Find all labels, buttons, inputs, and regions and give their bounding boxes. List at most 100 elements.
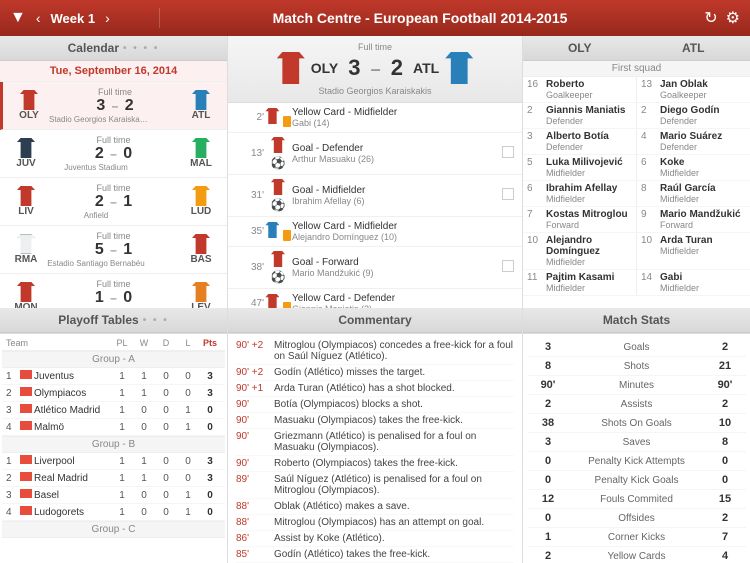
pr-rank: 1 [6, 456, 20, 467]
next-week-button[interactable]: › [101, 8, 114, 28]
commentary-header: Commentary [228, 308, 522, 333]
squad-name: Pajtim Kasami [546, 272, 632, 283]
squad-row: 3 Alberto Botía Defender 4 Mario Suárez … [523, 129, 750, 155]
squad-pos: Midfielder [546, 168, 632, 178]
event-description: Goal - Midfielder Ibrahim Afellay (6) [292, 185, 500, 206]
stats-away-val: 15 [710, 493, 740, 505]
squad-num: 5 [527, 157, 543, 168]
stats-home-val: 8 [533, 360, 563, 372]
squad-name: Gabi [660, 272, 746, 283]
filter-icon[interactable]: ▼ [10, 9, 26, 27]
away-team-col: MAL [181, 138, 221, 169]
pr-d: 0 [155, 388, 177, 399]
stats-label: Assists [563, 399, 710, 410]
squad-num: 2 [527, 105, 543, 116]
squad-away-player: 10 Arda Turan Midfielder [637, 233, 750, 269]
squad-num: 16 [527, 79, 543, 90]
squad-pos: Midfielder [660, 246, 746, 256]
pr-rank: 2 [6, 388, 20, 399]
pr-d: 0 [155, 507, 177, 518]
ph-team: Team [6, 338, 111, 348]
squad-num: 6 [527, 183, 543, 194]
commentary-minute: 90' [236, 431, 268, 453]
commentary-label: Commentary [338, 313, 411, 327]
pr-rank: 3 [6, 405, 20, 416]
squad-name: Jan Oblak [660, 79, 746, 90]
commentary-row: 90' Roberto (Olympiacos) takes the free-… [236, 456, 514, 472]
event-description: Yellow Card - Midfielder Gabi (14) [292, 107, 500, 128]
commentary-minute: 90' [236, 399, 268, 410]
stats-label: Minutes [563, 380, 710, 391]
group-label: Group - A [2, 351, 225, 368]
pr-w: 1 [133, 388, 155, 399]
commentary-minute: 90' +2 [236, 340, 268, 362]
squad-num: 4 [641, 131, 657, 142]
playoff-header: Playoff Tables • • • [0, 308, 227, 333]
squad-info: Pajtim Kasami Midfielder [546, 272, 632, 293]
pr-name: Basel [34, 490, 111, 501]
pr-name: Atlético Madrid [34, 405, 111, 416]
event-checkbox[interactable] [500, 188, 516, 203]
match-row[interactable]: MON Full time 1 – 0 Stade Louis II LEV [0, 274, 227, 308]
away-team-col: LEV [181, 282, 221, 308]
card-icon [283, 116, 291, 127]
squad-name: Giannis Maniatis [546, 105, 632, 116]
squad-num: 14 [641, 272, 657, 283]
commentary-minute: 90' +2 [236, 367, 268, 378]
match-row[interactable]: OLY Full time 3 – 2 Stadio Georgios Kara… [0, 82, 227, 130]
event-subtitle: Arthur Masuaku (26) [292, 154, 500, 164]
squad-away-player: 14 Gabi Midfielder [637, 270, 750, 295]
playoff-row: 1 Liverpool 1 1 0 0 3 [2, 453, 225, 470]
pr-pts: 3 [199, 371, 221, 382]
header-actions: ↻ ⚙ [680, 8, 750, 28]
home-team-col: JUV [6, 138, 46, 169]
event-icon: ⚽ [264, 179, 292, 212]
squad-label: First squad [523, 61, 750, 77]
stats-home-val: 38 [533, 417, 563, 429]
squad-name: Kostas Mitroglou [546, 209, 632, 220]
squad-name: Koke [660, 157, 746, 168]
event-checkbox[interactable] [500, 260, 516, 275]
playoff-row: 2 Real Madrid 1 1 0 0 3 [2, 470, 225, 487]
squad-num: 2 [641, 105, 657, 116]
match-venue-label: Stadio Georgios Karaiskakis [49, 115, 149, 124]
squad-info: Koke Midfielder [660, 157, 746, 178]
match-row[interactable]: RMA Full time 5 – 1 Estadio Santiago Ber… [0, 226, 227, 274]
commentary-row: 88' Oblak (Atlético) makes a save. [236, 499, 514, 515]
pr-name: Juventus [34, 371, 111, 382]
match-away-abbr: ATL [413, 60, 439, 76]
pr-pl: 1 [111, 473, 133, 484]
ph-pts: Pts [199, 338, 221, 348]
pr-w: 0 [133, 507, 155, 518]
match-info: Full time 5 – 1 Estadio Santiago Bernabé… [46, 231, 181, 268]
jersey-icon [265, 222, 279, 238]
commentary-row: 90' +1 Arda Turan (Atlético) has a shot … [236, 381, 514, 397]
match-row[interactable]: JUV Full time 2 – 0 Juventus Stadium MAL [0, 130, 227, 178]
commentary-text: Mitroglou (Olympiacos) has an attempt on… [274, 517, 514, 528]
refresh-icon[interactable]: ↻ [704, 8, 717, 28]
pr-name: Real Madrid [34, 473, 111, 484]
pr-pl: 1 [111, 422, 133, 433]
match-fulltime-label: Full time [46, 183, 181, 193]
commentary-text: Masuaku (Olympiacos) takes the free-kick… [274, 415, 514, 426]
commentary-minute: 85' [236, 549, 268, 560]
prev-week-button[interactable]: ‹ [32, 8, 45, 28]
pr-d: 0 [155, 473, 177, 484]
stats-row: 2 Yellow Cards 4 [527, 547, 746, 563]
pr-flag [20, 370, 34, 382]
squad-num: 6 [641, 157, 657, 168]
pr-pts: 3 [199, 473, 221, 484]
match-row[interactable]: LIV Full time 2 – 1 Anfield LUD [0, 178, 227, 226]
main-layout: Calendar • • • • Tue, September 16, 2014… [0, 36, 750, 563]
commentary-row: 90' Masuaku (Olympiacos) takes the free-… [236, 413, 514, 429]
squad-name: Roberto [546, 79, 632, 90]
stats-home-val: 90' [533, 379, 563, 391]
commentary-minute: 90' [236, 458, 268, 469]
squad-info: Arda Turan Midfielder [660, 235, 746, 256]
squad-row: 7 Kostas Mitroglou Forward 9 Mario Mandž… [523, 207, 750, 233]
pr-d: 0 [155, 405, 177, 416]
event-checkbox[interactable] [500, 146, 516, 161]
settings-icon[interactable]: ⚙ [726, 8, 740, 28]
week-nav: ▼ ‹ Week 1 › [0, 8, 160, 28]
squad-pos: Midfielder [546, 194, 632, 204]
